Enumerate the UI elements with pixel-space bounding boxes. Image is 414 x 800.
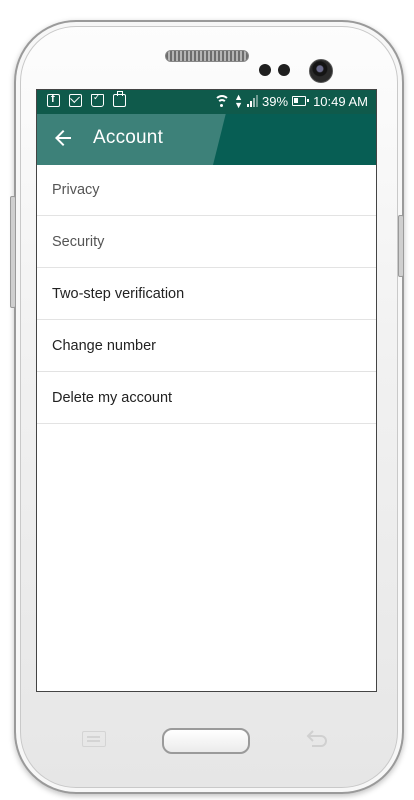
front-camera-icon xyxy=(309,59,333,83)
home-button[interactable] xyxy=(162,728,250,754)
settings-item-label: Privacy xyxy=(52,182,100,198)
settings-item-privacy[interactable]: Privacy xyxy=(37,165,376,216)
gmail-icon xyxy=(69,94,82,107)
account-settings-list: Privacy Security Two-step verification C… xyxy=(37,165,376,424)
page-title: Account xyxy=(93,127,164,148)
app-screen: ▲▼ 39% 10:49 AM Account Privacy Security xyxy=(36,89,377,692)
earpiece-speaker xyxy=(165,50,249,62)
settings-item-label: Delete my account xyxy=(52,389,173,406)
system-status: ▲ ▼ 39% 10:49 AM xyxy=(214,92,368,110)
settings-item-label: Change number xyxy=(52,337,156,354)
settings-item-label: Two-step verification xyxy=(52,285,185,302)
clipboard-icon xyxy=(113,91,126,107)
shopping-bag-icon xyxy=(91,93,104,107)
settings-item-change-number[interactable]: Change number xyxy=(37,320,376,372)
settings-item-label: Security xyxy=(52,233,105,250)
back-button[interactable] xyxy=(51,126,75,150)
app-toolbar: Account xyxy=(37,114,376,165)
battery-icon xyxy=(292,96,310,106)
settings-item-delete-account[interactable]: Delete my account xyxy=(37,372,376,424)
power-button xyxy=(398,215,404,277)
settings-item-security[interactable]: Security xyxy=(37,216,376,268)
proximity-sensor xyxy=(259,64,271,76)
volume-button xyxy=(10,196,16,308)
light-sensor xyxy=(278,64,290,76)
hardware-back-icon[interactable] xyxy=(304,728,330,748)
status-time: 10:49 AM xyxy=(313,93,368,109)
data-transfer-icon: ▲ ▼ xyxy=(234,92,244,110)
device-stage: ▲▼ 39% 10:49 AM Account Privacy Security xyxy=(0,0,414,800)
settings-item-two-step-verification[interactable]: Two-step verification xyxy=(37,268,376,320)
cellular-signal-icon xyxy=(247,95,259,107)
battery-percent: 39% xyxy=(262,93,289,109)
notification-icons xyxy=(47,91,126,107)
wifi-icon xyxy=(214,94,231,108)
menu-key-icon[interactable] xyxy=(82,731,106,747)
arrow-back-icon xyxy=(55,130,71,146)
status-bar: ▲▼ 39% 10:49 AM xyxy=(37,90,376,114)
facebook-icon xyxy=(47,93,60,107)
